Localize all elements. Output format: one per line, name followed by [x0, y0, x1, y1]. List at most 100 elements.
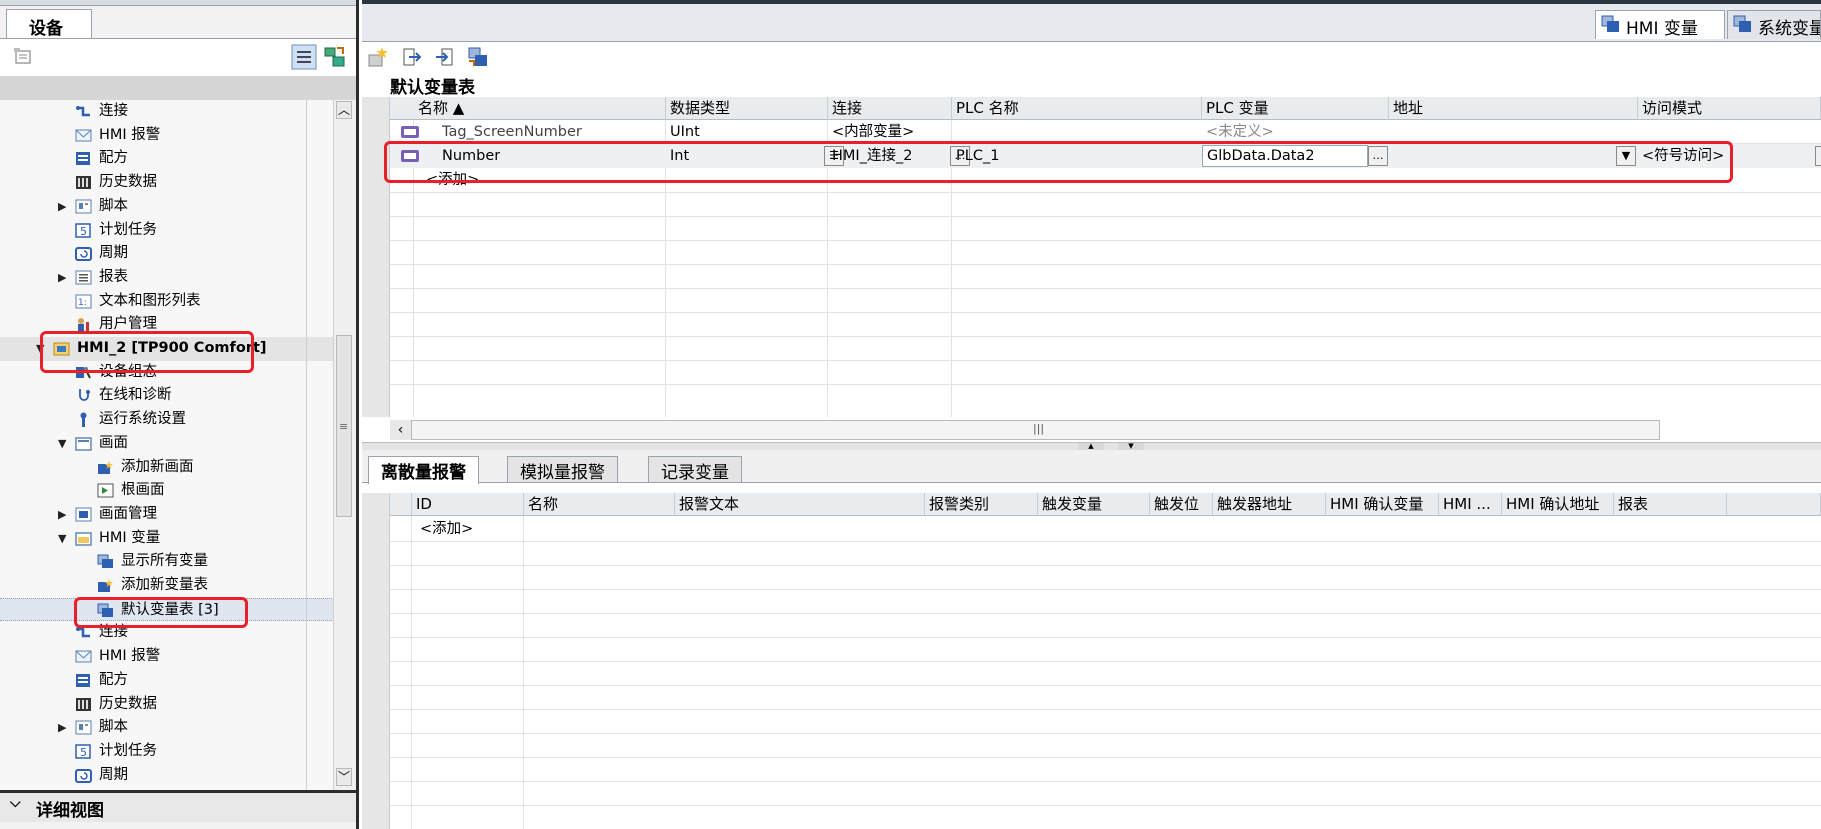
- root-screen-icon: [97, 483, 114, 498]
- devices-tab[interactable]: 设备: [6, 9, 92, 39]
- tree-item-runtime-settings[interactable]: 运行系统设置: [0, 408, 336, 432]
- column-header-address[interactable]: 地址: [1389, 97, 1638, 120]
- tree-item-cycles[interactable]: 周期: [0, 242, 336, 266]
- tab-logging-tags[interactable]: 记录变量: [648, 456, 742, 483]
- grid-line: [390, 216, 1821, 217]
- column-header-data-type[interactable]: 数据类型: [666, 97, 828, 120]
- highlight-box-number-row: [384, 141, 1733, 183]
- tree-item-show-all-tags[interactable]: 显示所有变量: [0, 550, 336, 574]
- chevron-down-icon[interactable]: ⌵: [10, 795, 21, 811]
- tree-item-scheduler-2[interactable]: 5 计划任务: [0, 740, 336, 764]
- list-view-icon[interactable]: [291, 44, 317, 70]
- grid-line: [390, 733, 1821, 734]
- scroll-down-icon[interactable]: ﹀: [336, 768, 352, 786]
- column-header-trigger-tag[interactable]: 触发变量: [1038, 493, 1150, 516]
- grid-line: [390, 264, 1821, 265]
- tab-hmi-tags-label: HMI 变量: [1626, 19, 1698, 39]
- tree-item-hmi-tags[interactable]: ▼ HMI 变量: [0, 527, 336, 551]
- column-header-trigger-address[interactable]: 触发器地址: [1213, 493, 1326, 516]
- svg-text:5: 5: [80, 746, 87, 759]
- grid-line: [390, 757, 1821, 758]
- grid-line: [390, 637, 1821, 638]
- tree-column-divider: [306, 100, 307, 790]
- access-mode-dropdown-icon[interactable]: ▼: [1815, 146, 1821, 166]
- column-header-trigger-bit[interactable]: 触发位: [1150, 493, 1213, 516]
- column-header-hmi-truncated[interactable]: HMI ...: [1439, 493, 1502, 516]
- tree-item-scripts-2[interactable]: ▶ 脚本: [0, 716, 336, 740]
- column-header-report[interactable]: 报表: [1614, 493, 1727, 516]
- export-icon[interactable]: [401, 46, 423, 68]
- tag-table-horizontal-scrollbar[interactable]: [390, 420, 1660, 440]
- tab-discrete-alarms[interactable]: 离散量报警: [368, 456, 479, 484]
- tree-item-add-screen[interactable]: 添加新画面: [0, 456, 336, 480]
- tree-item-text-graphic-lists[interactable]: 1: 文本和图形列表: [0, 290, 336, 314]
- network-view-icon[interactable]: [323, 44, 347, 70]
- column-header-access-mode[interactable]: 访问模式: [1638, 97, 1821, 120]
- collapse-arrow-icon[interactable]: ▼: [58, 527, 66, 551]
- scroll-grip-icon: |||: [1033, 422, 1045, 435]
- column-header-connection[interactable]: 连接: [828, 97, 952, 120]
- column-header-alarm-text[interactable]: 报警文本: [675, 493, 925, 516]
- tree-item-hmi-alarms[interactable]: HMI 报警: [0, 124, 336, 148]
- project-tree: 连接 HMI 报警 配方 历史数据 ▶ 脚本 5 计划任务 周期 ▶ 报表 1:…: [0, 100, 336, 790]
- grid-line: [390, 192, 1821, 193]
- scroll-up-icon[interactable]: ︿: [336, 101, 352, 119]
- column-header-filler: [1727, 493, 1821, 516]
- cycle-icon: [75, 247, 92, 262]
- tree-item-history-data[interactable]: 历史数据: [0, 171, 336, 195]
- history-data-icon: [76, 176, 91, 190]
- tree-item-scripts[interactable]: ▶ 脚本: [0, 195, 336, 219]
- tree-item-reports[interactable]: ▶ 报表: [0, 266, 336, 290]
- tree-item-root-screen[interactable]: 根画面: [0, 479, 336, 503]
- tree-item-add-tag-table[interactable]: 添加新变量表: [0, 574, 336, 598]
- tree-item-connections[interactable]: 连接: [0, 100, 336, 124]
- device-view-icon[interactable]: [13, 47, 35, 67]
- grid-line: [390, 288, 1821, 289]
- online-diagnostics-icon: [79, 389, 90, 402]
- tree-item-screen-management[interactable]: ▶ 画面管理: [0, 503, 336, 527]
- add-tag-table-icon: [98, 579, 113, 592]
- splitter-up-icon[interactable]: ▲: [1078, 443, 1104, 450]
- expand-arrow-icon[interactable]: ▶: [58, 503, 66, 527]
- grid-line: [390, 805, 1821, 806]
- alarm-mail-icon: [75, 129, 92, 142]
- column-header-plc-name[interactable]: PLC 名称: [952, 97, 1202, 120]
- tree-item-scheduler[interactable]: 5 计划任务: [0, 219, 336, 243]
- tree-item-recipes[interactable]: 配方: [0, 147, 336, 171]
- detail-view-header[interactable]: 详细视图: [0, 790, 356, 822]
- grid-line: [390, 336, 1821, 337]
- column-header-plc-tag[interactable]: PLC 变量: [1202, 97, 1389, 120]
- tree-item-hmi-alarms-2[interactable]: HMI 报警: [0, 645, 336, 669]
- scroll-left-icon[interactable]: ‹: [390, 420, 412, 440]
- tag-table-options-icon[interactable]: [467, 46, 489, 68]
- tree-item-cycles-2[interactable]: 周期: [0, 764, 336, 788]
- column-header-id[interactable]: ID: [412, 493, 524, 516]
- add-tag-icon[interactable]: [367, 46, 389, 68]
- tree-item-recipes-2[interactable]: 配方: [0, 669, 336, 693]
- expand-arrow-icon[interactable]: ▶: [58, 195, 66, 219]
- tree-item-label: 连接: [99, 103, 128, 119]
- import-icon[interactable]: [433, 46, 455, 68]
- tree-item-screens[interactable]: ▼ 画面: [0, 432, 336, 456]
- column-header-ack-address[interactable]: HMI 确认地址: [1502, 493, 1614, 516]
- tree-item-label: 周期: [99, 766, 128, 783]
- splitter-down-icon[interactable]: ▼: [1118, 443, 1144, 450]
- column-header-ack-tag[interactable]: HMI 确认变量: [1326, 493, 1439, 516]
- recipe-icon: [76, 152, 90, 166]
- tree-item-label: 脚本: [99, 197, 128, 214]
- tree-item-label: HMI 报警: [99, 126, 161, 143]
- tree-item-online-diagnostics[interactable]: 在线和诊断: [0, 384, 336, 408]
- column-header-name[interactable]: 名称: [524, 493, 675, 516]
- tab-analog-alarms[interactable]: 模拟量报警: [507, 456, 618, 483]
- collapse-arrow-icon[interactable]: ▼: [58, 432, 66, 456]
- tree-item-history-data-2[interactable]: 历史数据: [0, 693, 336, 717]
- column-header-alarm-class[interactable]: 报警类别: [925, 493, 1038, 516]
- tree-item-label: 计划任务: [99, 742, 157, 759]
- column-header-name[interactable]: 名称 ▲: [414, 97, 666, 120]
- scheduler-icon: 5: [75, 744, 91, 759]
- tree-item-label: 历史数据: [99, 174, 157, 191]
- add-alarm-row[interactable]: <添加>: [416, 517, 473, 541]
- expand-arrow-icon[interactable]: ▶: [58, 716, 66, 740]
- runtime-settings-icon: [80, 412, 87, 428]
- expand-arrow-icon[interactable]: ▶: [58, 266, 66, 290]
